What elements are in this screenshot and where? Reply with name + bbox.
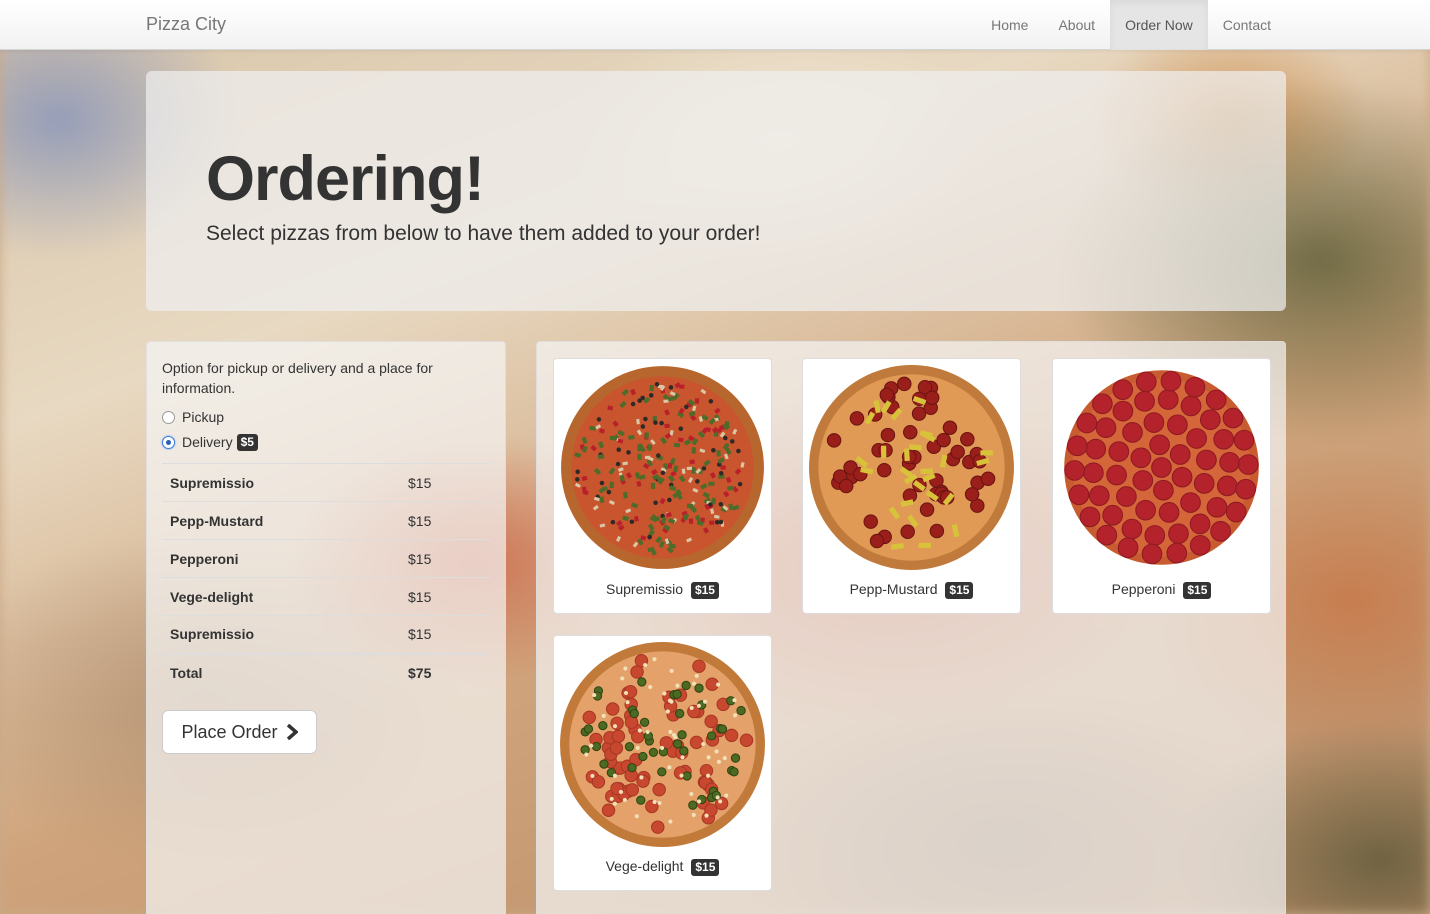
delivery-fee-badge: $5 xyxy=(236,433,258,451)
pizza-price-badge: $15 xyxy=(945,582,974,599)
total-label: Total xyxy=(162,652,400,692)
order-item-name: Supremissio xyxy=(162,463,400,502)
brand-link[interactable]: Pizza City xyxy=(146,14,226,35)
pizza-caption: Vege-delight $15 xyxy=(554,858,771,876)
pizza-name: Pepp-Mustard xyxy=(849,581,938,597)
delivery-radio[interactable] xyxy=(162,435,175,449)
pizza-price-badge: $15 xyxy=(1183,582,1212,599)
pizza-card-pepperoni[interactable]: Pepperoni $15 xyxy=(1052,358,1271,614)
table-row: Supremissio $15 xyxy=(162,615,490,654)
pickup-label: Pickup xyxy=(182,409,225,425)
nav-item-contact[interactable]: Contact xyxy=(1208,0,1286,50)
pizza-card-vege-delight[interactable]: Vege-delight $15 xyxy=(553,635,772,891)
place-order-label: Place Order xyxy=(181,721,278,742)
order-item-price: $15 xyxy=(400,501,490,540)
order-panel: Option for pickup or delivery and a plac… xyxy=(146,341,506,914)
pizza-card-supremissio[interactable]: Supremissio $15 xyxy=(553,358,772,614)
order-item-name: Pepperoni xyxy=(162,539,400,578)
pizza-price-badge: $15 xyxy=(691,859,720,876)
pizza-caption: Pepperoni $15 xyxy=(1053,581,1270,599)
table-row: Pepperoni $15 xyxy=(162,539,490,578)
delivery-option[interactable]: Delivery $5 xyxy=(162,432,258,452)
pizza-name: Supremissio xyxy=(606,581,684,597)
order-item-name: Supremissio xyxy=(162,615,400,654)
order-table: Supremissio $15 Pepp-Mustard $15 Peppero… xyxy=(162,463,490,692)
order-item-name: Pepp-Mustard xyxy=(162,501,400,540)
hero-banner: Ordering! Select pizzas from below to ha… xyxy=(146,71,1286,311)
pickup-option[interactable]: Pickup xyxy=(162,407,224,427)
chevron-right-icon xyxy=(286,724,298,740)
order-item-price: $15 xyxy=(400,615,490,654)
menu-panel: Supremissio $15 Pepp-Mustard $15 Peppero… xyxy=(536,341,1286,914)
pizza-caption: Supremissio $15 xyxy=(554,581,771,599)
place-order-button[interactable]: Place Order xyxy=(162,710,317,754)
order-item-price: $15 xyxy=(400,463,490,502)
order-item-name: Vege-delight xyxy=(162,577,400,616)
total-value: $75 xyxy=(400,652,490,692)
pickup-radio[interactable] xyxy=(162,410,175,424)
pizza-card-pepp-mustard[interactable]: Pepp-Mustard $15 xyxy=(802,358,1021,614)
pepperoni-pizza-icon xyxy=(1064,370,1259,565)
pizza-name: Pepperoni xyxy=(1111,581,1176,597)
nav-menu: Home About Order Now Contact xyxy=(976,0,1286,50)
pepperoni-jalapeno-pizza-icon xyxy=(560,642,765,847)
order-description: Option for pickup or delivery and a plac… xyxy=(162,360,433,396)
delivery-label: Delivery xyxy=(182,434,233,450)
nav-item-home[interactable]: Home xyxy=(976,0,1043,50)
pizza-caption: Pepp-Mustard $15 xyxy=(803,581,1020,599)
nav-item-order-now[interactable]: Order Now xyxy=(1110,0,1208,50)
pizza-price-badge: $15 xyxy=(690,582,719,599)
pizza-name: Vege-delight xyxy=(605,858,684,874)
order-item-price: $15 xyxy=(400,577,490,616)
order-item-price: $15 xyxy=(400,539,490,578)
supreme-pizza-icon xyxy=(561,366,764,569)
pepperoni-pepper-pizza-icon xyxy=(809,365,1014,570)
total-row: Total $75 xyxy=(162,652,490,692)
nav-item-about[interactable]: About xyxy=(1043,0,1110,50)
page-subtitle: Select pizzas from below to have them ad… xyxy=(206,222,761,245)
table-row: Pepp-Mustard $15 xyxy=(162,501,490,540)
page-title: Ordering! xyxy=(206,144,485,214)
table-row: Supremissio $15 xyxy=(162,463,490,502)
table-row: Vege-delight $15 xyxy=(162,577,490,616)
navbar: Pizza City Home About Order Now Contact xyxy=(0,0,1430,50)
